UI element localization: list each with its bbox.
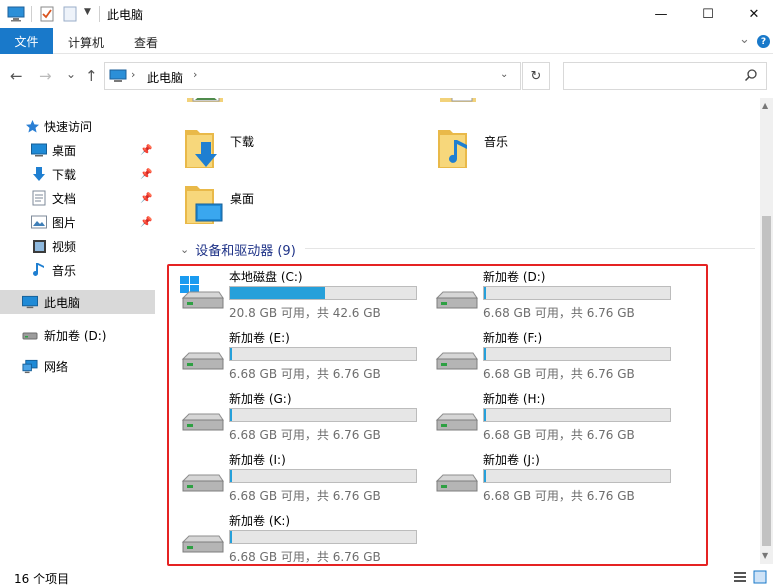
item-count: 16 个项目 <box>14 572 70 586</box>
ribbon-tabs: 文件 计算机 查看 ⌄ <box>0 28 773 54</box>
search-icon[interactable] <box>744 68 758 82</box>
sidebar-item-label: 下载 <box>52 167 77 182</box>
computer-icon <box>22 294 38 310</box>
sidebar-item-pictures[interactable]: 图片 📌 <box>0 210 155 234</box>
back-arrow-icon[interactable]: ← <box>10 67 23 85</box>
sidebar-item-desktop[interactable]: 桌面 📌 <box>0 138 155 162</box>
sidebar-item-this-pc[interactable]: 此电脑 <box>0 290 155 314</box>
status-bar: 16 个项目 <box>0 566 773 588</box>
address-root-chevron-icon[interactable]: › <box>131 68 135 81</box>
sidebar-item-label: 音乐 <box>52 263 77 278</box>
folder-label-downloads: 下载 <box>230 135 255 149</box>
video-icon <box>31 238 47 254</box>
address-location[interactable]: 此电脑 <box>147 69 183 86</box>
tab-computer[interactable]: 计算机 <box>68 34 104 51</box>
large-icons-view-icon[interactable] <box>753 570 767 584</box>
title-separator <box>99 6 100 22</box>
scroll-down-arrow-icon[interactable]: ▼ <box>762 551 768 560</box>
new-folder-icon[interactable] <box>62 6 78 22</box>
properties-icon[interactable] <box>39 6 55 22</box>
scroll-up-arrow-icon[interactable]: ▲ <box>762 101 768 110</box>
close-button[interactable]: ✕ <box>731 0 773 28</box>
up-arrow-icon[interactable]: ↑ <box>85 67 98 85</box>
pin-icon[interactable]: 📌 <box>140 145 152 156</box>
computer-icon <box>109 69 127 82</box>
sidebar-item-videos[interactable]: 视频 <box>0 234 155 258</box>
sidebar-item-downloads[interactable]: 下载 📌 <box>0 162 155 186</box>
minimize-button[interactable]: — <box>638 0 684 28</box>
picture-icon <box>31 214 47 230</box>
vertical-scrollbar[interactable]: ▲ ▼ <box>760 98 773 564</box>
pin-icon[interactable]: 📌 <box>140 169 152 180</box>
scrollbar-thumb[interactable] <box>762 216 771 546</box>
pictures-folder-icon[interactable] <box>185 98 225 112</box>
documents-folder-icon[interactable] <box>438 98 478 112</box>
address-dropdown-chevron-icon[interactable]: ⌄ <box>500 69 508 80</box>
recent-locations-chevron-icon[interactable]: ⌄ <box>66 67 76 81</box>
sidebar-item-documents[interactable]: 文档 📌 <box>0 186 155 210</box>
sidebar-item-music[interactable]: 音乐 <box>0 258 155 282</box>
downloads-folder-icon[interactable] <box>184 126 224 170</box>
highlight-box <box>167 264 708 566</box>
computer-icon[interactable] <box>7 6 25 22</box>
help-icon[interactable]: ? <box>757 35 770 48</box>
title-separator <box>31 6 32 22</box>
sidebar-item-network[interactable]: 网络 <box>0 354 155 378</box>
search-input[interactable] <box>563 62 767 90</box>
desktop-folder-icon[interactable] <box>184 182 224 226</box>
sidebar-item-label: 文档 <box>52 191 77 206</box>
navigation-pane: 快速访问 桌面 📌 下载 📌 文档 📌 图片 📌 视频 音乐 此电脑 新加卷 (… <box>0 98 160 564</box>
folder-label-desktop: 桌面 <box>230 192 255 206</box>
sidebar-item-quick-access[interactable]: 快速访问 <box>0 114 155 138</box>
group-divider <box>305 248 755 249</box>
download-icon <box>31 166 47 182</box>
sidebar-item-label: 此电脑 <box>44 295 81 310</box>
desktop-icon <box>31 142 47 158</box>
drive-icon <box>22 327 38 343</box>
sidebar-item-label: 视频 <box>52 239 77 254</box>
group-title: 设备和驱动器 (9) <box>195 244 296 259</box>
sidebar-item-label: 网络 <box>44 359 69 374</box>
sidebar-item-label: 图片 <box>52 215 77 230</box>
address-chevron-icon[interactable]: › <box>193 68 197 81</box>
group-header-devices[interactable]: ⌄ 设备和驱动器 (9) <box>180 240 296 259</box>
ribbon-collapse-chevron-icon[interactable]: ⌄ <box>739 32 750 47</box>
music-icon <box>31 262 47 278</box>
title-bar: ▼ 此电脑 — ☐ ✕ <box>0 0 773 28</box>
details-view-icon[interactable] <box>733 570 747 584</box>
sidebar-item-label: 桌面 <box>52 143 77 158</box>
address-bar[interactable]: › 此电脑 › ⌄ <box>104 62 521 90</box>
group-collapse-chevron-icon[interactable]: ⌄ <box>180 243 189 256</box>
tab-file[interactable]: 文件 <box>0 28 53 54</box>
forward-arrow-icon[interactable]: → <box>39 67 52 85</box>
folder-label-music: 音乐 <box>484 135 509 149</box>
pin-icon[interactable]: 📌 <box>140 193 152 204</box>
network-icon <box>22 358 38 374</box>
tab-view[interactable]: 查看 <box>134 34 158 51</box>
star-icon <box>24 118 40 134</box>
sidebar-item-label: 快速访问 <box>44 119 93 134</box>
pin-icon[interactable]: 📌 <box>140 217 152 228</box>
window-title: 此电脑 <box>107 8 144 22</box>
music-folder-icon[interactable] <box>437 126 477 170</box>
sidebar-item-label: 新加卷 (D:) <box>44 328 107 343</box>
document-icon <box>31 190 47 206</box>
maximize-button[interactable]: ☐ <box>685 0 731 28</box>
refresh-button[interactable]: ↻ <box>522 62 550 90</box>
customize-toolbar-chevron-icon[interactable]: ▼ <box>84 7 91 17</box>
sidebar-item-drive-d[interactable]: 新加卷 (D:) <box>0 323 155 347</box>
